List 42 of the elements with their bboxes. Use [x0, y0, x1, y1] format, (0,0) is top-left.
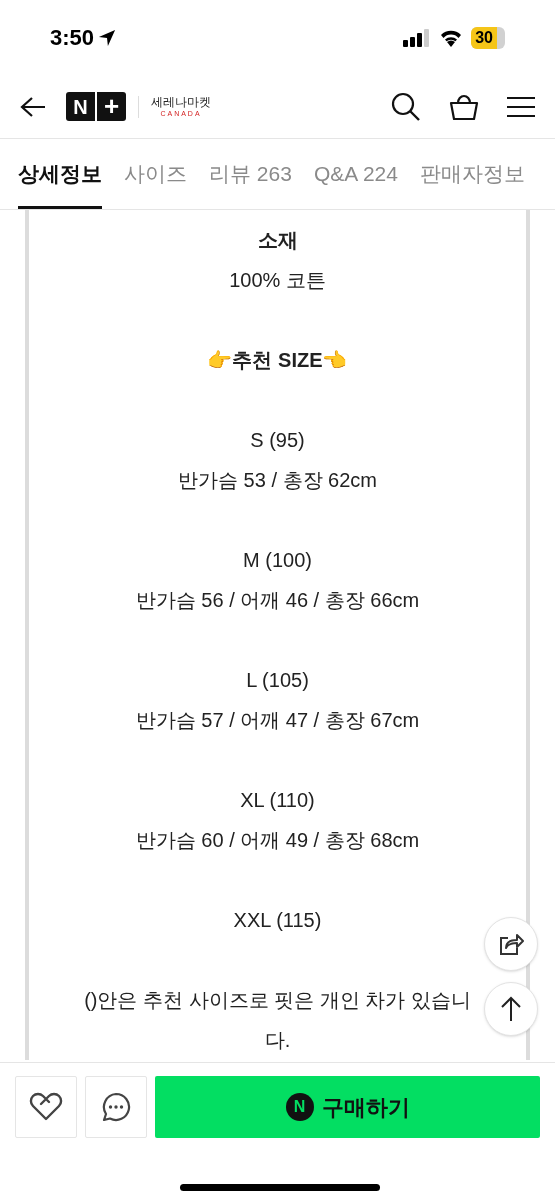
detail-text: XL (110) — [240, 788, 315, 813]
brand-logo-tile: N — [66, 92, 95, 121]
tab[interactable]: 상세정보 — [18, 139, 102, 209]
like-button[interactable] — [15, 1076, 77, 1138]
tab[interactable]: 사이즈 — [124, 139, 187, 209]
detail-text: 소재 — [257, 228, 298, 253]
signal-icon — [403, 28, 432, 47]
wifi-icon — [439, 28, 464, 47]
detail-text: 반가슴 57 / 어깨 47 / 총장 67cm — [135, 708, 420, 733]
detail-text: 반가슴 60 / 어깨 49 / 총장 68cm — [135, 828, 420, 853]
search-button[interactable] — [391, 91, 421, 122]
brand-logo-tile: + — [97, 92, 126, 121]
back-arrow-icon — [20, 95, 46, 118]
status-time: 3:50 — [50, 24, 95, 52]
heart-icon — [29, 1092, 63, 1122]
battery-indicator: 30 — [471, 26, 505, 49]
tab[interactable]: 판매자정보 — [419, 139, 525, 209]
detail-text: ()안은 추천 사이즈로 핏은 개인 차가 있습니다. — [83, 988, 472, 1053]
scroll-top-button[interactable] — [484, 982, 538, 1036]
detail-text: S (95) — [250, 428, 305, 453]
buy-button[interactable]: N 구매하기 — [155, 1076, 540, 1138]
tab[interactable]: 리뷰 263 — [209, 139, 292, 209]
detail-text: L (105) — [246, 668, 309, 693]
detail-text: 반가슴 56 / 어깨 46 / 총장 66cm — [135, 588, 420, 613]
back-button[interactable] — [20, 95, 46, 118]
share-button[interactable] — [484, 917, 538, 971]
detail-text: 100% 코튼 — [229, 268, 326, 293]
naver-badge: N — [285, 1093, 314, 1121]
chat-bubble-icon — [101, 1092, 131, 1122]
tab[interactable]: Q&A 224 — [313, 139, 398, 209]
detail-text: M (100) — [243, 548, 312, 573]
up-arrow-icon — [500, 996, 522, 1022]
search-icon — [391, 91, 421, 122]
detail-text: 반가슴 53 / 총장 62cm — [178, 468, 377, 493]
menu-button[interactable] — [507, 95, 535, 118]
detail-text: XXL (115) — [233, 908, 322, 933]
chat-button[interactable] — [85, 1076, 147, 1138]
share-icon — [498, 932, 524, 956]
menu-icon — [507, 95, 535, 118]
location-arrow-icon — [98, 28, 117, 47]
detail-text: 👉추천 SIZE👈 — [207, 348, 348, 373]
shop-name: 세레나마켓 — [151, 96, 211, 108]
